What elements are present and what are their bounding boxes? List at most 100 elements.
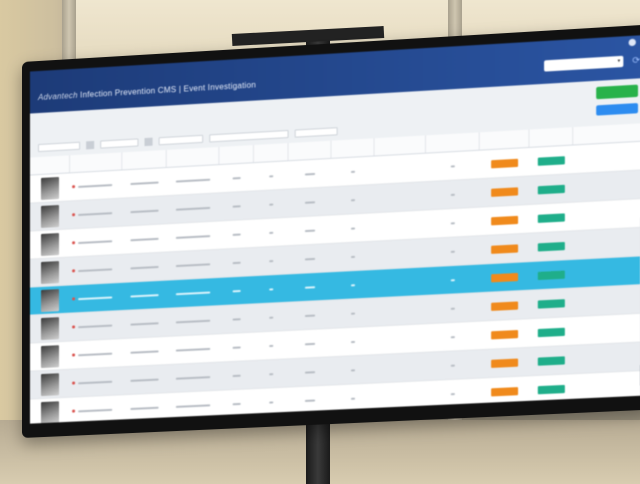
duration-text	[232, 176, 241, 179]
column-header[interactable]	[253, 143, 289, 163]
column-header[interactable]	[529, 127, 574, 147]
status-button[interactable]	[491, 358, 519, 368]
value-text	[304, 398, 316, 402]
end-date-input[interactable]	[158, 134, 204, 146]
table-cell	[289, 357, 332, 386]
column-header[interactable]	[425, 132, 480, 153]
column-header[interactable]	[166, 146, 220, 167]
user-icon[interactable]	[628, 38, 636, 47]
column-header[interactable]	[374, 135, 426, 156]
table-cell	[167, 278, 220, 308]
alert-dot-icon	[72, 241, 76, 245]
status-button[interactable]	[491, 158, 519, 168]
column-header[interactable]	[288, 140, 332, 161]
status-button[interactable]	[491, 386, 519, 396]
table-cell	[426, 179, 480, 209]
table-cell	[426, 236, 480, 266]
table-cell	[219, 276, 254, 305]
column-header[interactable]	[331, 138, 375, 158]
count-text	[269, 259, 274, 262]
person-thumbnail	[41, 316, 60, 340]
status-button[interactable]	[491, 272, 519, 282]
table-cell	[289, 244, 332, 274]
table-cell	[375, 381, 426, 411]
table-cell	[331, 327, 374, 356]
status-button[interactable]	[491, 329, 519, 339]
name-text	[78, 408, 113, 412]
operation-button[interactable]	[537, 384, 565, 394]
table-cell	[426, 151, 480, 181]
confidence-text	[450, 392, 455, 395]
table-cell	[426, 208, 480, 238]
confidence-text	[450, 164, 455, 168]
table-cell	[254, 218, 289, 247]
column-header[interactable]	[70, 152, 123, 173]
table-cell	[529, 146, 573, 176]
table-cell	[167, 165, 220, 195]
dept-text	[130, 293, 159, 298]
table-cell	[289, 386, 332, 415]
operation-button[interactable]	[537, 327, 565, 337]
column-header[interactable]	[479, 129, 530, 150]
column-header[interactable]	[122, 149, 167, 170]
table-cell	[254, 331, 289, 360]
table-cell	[529, 289, 573, 319]
calendar-icon[interactable]	[144, 137, 153, 147]
status-button[interactable]	[491, 186, 519, 197]
project-select[interactable]: ▾	[544, 55, 624, 72]
name-text	[78, 183, 113, 188]
monitor: Advantech Infection Prevention CMS | Eve…	[22, 24, 640, 438]
alert-dot-icon	[72, 325, 76, 329]
table-cell	[219, 248, 254, 277]
status-button[interactable]	[491, 243, 519, 254]
table-cell	[375, 353, 426, 383]
dept-text	[130, 349, 159, 354]
name-text	[78, 380, 113, 384]
search-button[interactable]	[596, 103, 639, 116]
operation-button[interactable]	[537, 241, 565, 252]
table-cell	[254, 388, 289, 417]
table-cell	[480, 234, 530, 264]
value-text	[304, 172, 316, 176]
column-header[interactable]	[29, 155, 71, 175]
process-status-select[interactable]	[294, 127, 338, 138]
table-cell	[529, 203, 573, 233]
count-text	[269, 202, 274, 206]
value-text	[350, 368, 356, 371]
operation-button[interactable]	[537, 298, 565, 309]
table-cell	[426, 350, 480, 380]
operation-button[interactable]	[537, 155, 565, 166]
alert-dot-icon	[72, 353, 76, 357]
value-text	[304, 200, 316, 204]
date-text	[175, 403, 211, 408]
refresh-icon[interactable]: ⟳	[632, 55, 640, 67]
column-header[interactable]	[219, 145, 254, 165]
status-button[interactable]	[491, 300, 519, 311]
table-cell	[219, 220, 254, 249]
export-button[interactable]	[596, 84, 639, 100]
value-text	[350, 255, 356, 258]
table-cell	[331, 213, 374, 243]
operation-button[interactable]	[537, 212, 565, 223]
person-thumbnail	[41, 204, 60, 228]
operation-button[interactable]	[537, 270, 565, 280]
table-cell	[70, 227, 122, 257]
event-type-select[interactable]	[209, 129, 289, 143]
table-cell	[480, 148, 530, 178]
calendar-icon[interactable]	[86, 140, 95, 150]
date-text	[175, 290, 211, 295]
start-date-input[interactable]	[100, 138, 139, 149]
confidence-text	[450, 335, 455, 338]
table-cell	[331, 185, 374, 215]
table-cell	[529, 374, 573, 404]
operation-button[interactable]	[537, 355, 565, 366]
dept-text	[130, 209, 159, 213]
table-cell	[254, 161, 289, 190]
keyword-input[interactable]	[38, 141, 81, 153]
date-text	[175, 178, 211, 183]
table-cell	[375, 267, 426, 297]
operation-button[interactable]	[537, 184, 565, 194]
duration-text	[232, 204, 241, 208]
alert-dot-icon	[72, 269, 76, 273]
status-button[interactable]	[491, 215, 519, 225]
